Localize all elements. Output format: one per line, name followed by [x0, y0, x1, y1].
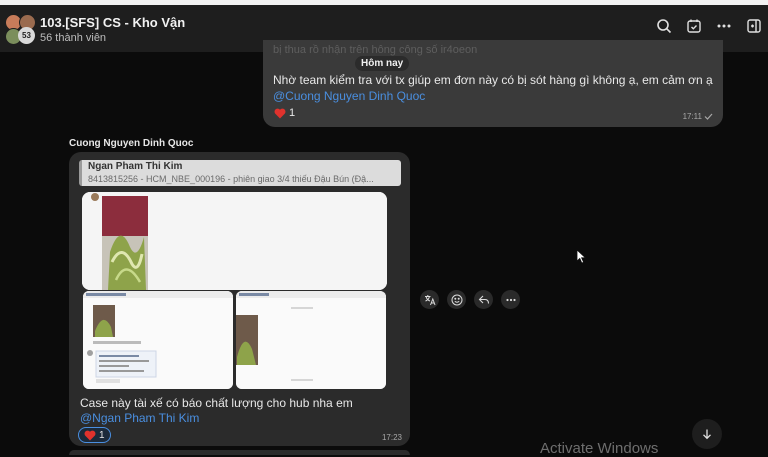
reply-icon[interactable] [474, 290, 493, 309]
side-panel-icon[interactable] [746, 18, 762, 34]
message-actions [420, 290, 520, 309]
sender-name[interactable]: Cuong Nguyen Dinh Quoc [69, 138, 193, 149]
quoted-text: 8413815256 - HCM_NBE_000196 - phiên giao… [88, 174, 374, 184]
time-text: 17:11 [682, 112, 702, 121]
search-icon[interactable] [656, 18, 672, 34]
attached-screenshot[interactable] [236, 291, 386, 389]
message-time: 17:11 [683, 112, 713, 121]
arrow-down-icon [703, 429, 711, 440]
next-message-bubble [69, 450, 410, 455]
member-count[interactable]: 56 thành viên [40, 32, 106, 44]
reaction[interactable]: 1 [78, 427, 111, 443]
quoted-sender: Ngan Pham Thi Kim [88, 161, 183, 172]
windows-activation-watermark: Activate Windows [540, 440, 659, 457]
translate-icon[interactable] [420, 290, 439, 309]
message-text: Nhờ team kiểm tra với tx giúp em đơn này… [273, 73, 713, 87]
more-horizontal-icon[interactable] [716, 18, 732, 34]
calendar-check-icon[interactable] [686, 18, 702, 34]
previous-message-text: bị thua rồ nhận trên hông công số ir4oeo… [273, 44, 478, 56]
quoted-message[interactable]: Ngan Pham Thi Kim 8413815256 - HCM_NBE_0… [79, 160, 401, 186]
group-avatar[interactable]: 53 [5, 14, 36, 45]
heart-icon [84, 430, 96, 440]
heart-icon [274, 108, 286, 118]
reaction-count: 1 [289, 107, 296, 119]
message-body: Case này tài xế có báo chất lượng cho hu… [80, 396, 353, 410]
attached-image[interactable] [82, 192, 387, 290]
scroll-to-bottom-button[interactable] [692, 419, 722, 449]
member-count-badge: 53 [18, 27, 35, 44]
reaction[interactable]: 1 [274, 107, 295, 119]
check-icon [704, 113, 713, 120]
screenshot-thumbnail [83, 291, 233, 389]
photo-thumbnail [82, 192, 387, 290]
message-text: Case này tài xế có báo chất lượng cho hu… [80, 396, 380, 426]
reaction-count: 1 [99, 429, 105, 441]
more-horizontal-icon[interactable] [501, 290, 520, 309]
emoji-icon[interactable] [447, 290, 466, 309]
mention-link[interactable]: @Ngan Pham Thi Kim [80, 411, 199, 425]
screenshot-thumbnail [236, 291, 386, 389]
own-message-bubble[interactable]: bị thua rồ nhận trên hông công số ir4oeo… [263, 40, 723, 127]
message-time: 17:23 [381, 433, 402, 442]
mention-link[interactable]: @Cuong Nguyen Dinh Quoc [273, 89, 425, 103]
group-title[interactable]: 103.[SFS] CS - Kho Vận [40, 15, 185, 30]
date-separator: Hôm nay [355, 56, 410, 71]
mouse-cursor-icon [576, 249, 587, 269]
attached-screenshot[interactable] [83, 291, 233, 389]
incoming-message-bubble[interactable]: Ngan Pham Thi Kim 8413815256 - HCM_NBE_0… [69, 152, 410, 446]
